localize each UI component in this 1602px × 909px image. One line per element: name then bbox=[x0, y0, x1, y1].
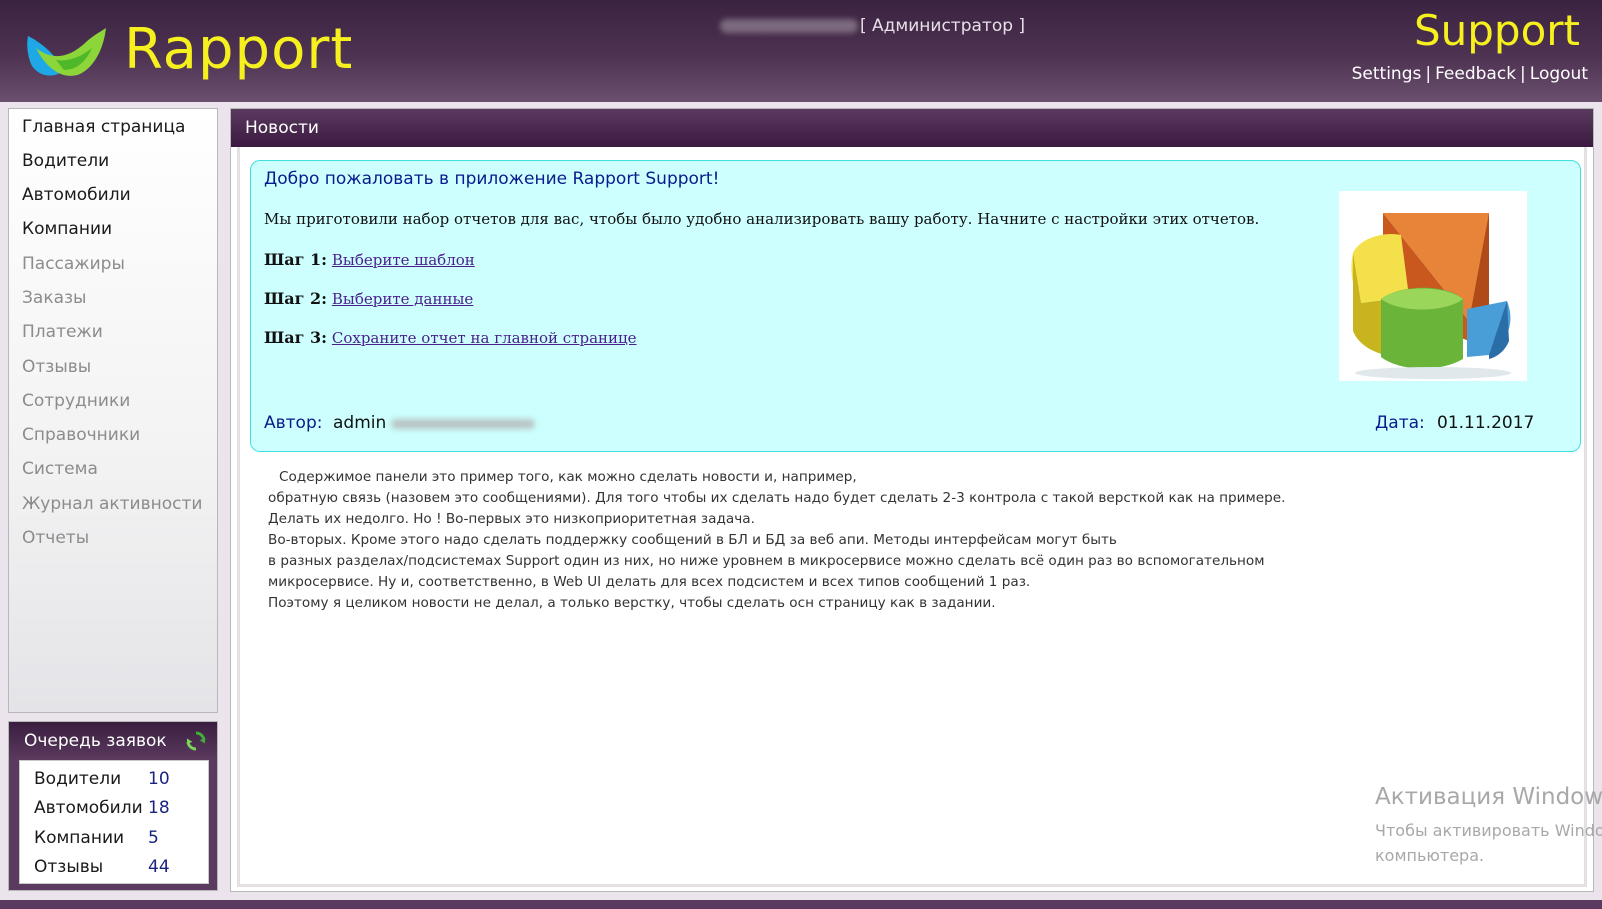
news-panel-header: Новости bbox=[231, 109, 1593, 147]
description-line: в разных разделах/подсистемах Support од… bbox=[268, 553, 1265, 569]
news-panel-title: Новости bbox=[245, 118, 319, 138]
sidebar-item-activity-log[interactable]: Журнал активности bbox=[22, 493, 202, 515]
windows-activation-line: Чтобы активировать Windows bbox=[1375, 821, 1602, 840]
brand-title: Support bbox=[1413, 6, 1580, 55]
settings-link[interactable]: Settings bbox=[1352, 64, 1422, 84]
news-card: Добро пожаловать в приложение Rapport Su… bbox=[250, 160, 1581, 452]
sidebar-item-passengers[interactable]: Пассажиры bbox=[22, 253, 125, 275]
save-report-link[interactable]: Сохраните отчет на главной странице bbox=[332, 329, 637, 347]
refresh-icon[interactable] bbox=[185, 730, 207, 752]
rapport-logo-icon bbox=[27, 28, 106, 76]
news-intro: Мы приготовили набор отчетов для вас, чт… bbox=[264, 210, 1260, 228]
sidebar-item-system[interactable]: Система bbox=[22, 458, 98, 480]
link-separator: | bbox=[1425, 64, 1432, 84]
current-user: [ Администратор ] bbox=[720, 16, 1025, 40]
queue-row-label: Компании bbox=[34, 828, 125, 848]
description-line: Во-вторых. Кроме этого надо сделать подд… bbox=[268, 532, 1117, 548]
app-header: Rapport [ Администратор ] Support Settin… bbox=[0, 0, 1602, 102]
sidebar-item-orders[interactable]: Заказы bbox=[22, 287, 86, 309]
user-role: [ Администратор ] bbox=[860, 16, 1026, 36]
description-line: Поэтому я целиком новости не делал, а то… bbox=[268, 595, 996, 611]
choose-template-link[interactable]: Выберите шаблон bbox=[332, 251, 475, 269]
link-separator: | bbox=[1520, 64, 1526, 84]
windows-activation-text: Чтобы активировать Windows компьютера. bbox=[1375, 818, 1602, 868]
sidebar-item-employees[interactable]: Сотрудники bbox=[22, 390, 130, 412]
step-label: Шаг 3: bbox=[264, 328, 328, 347]
sidebar-item-home[interactable]: Главная страница bbox=[22, 116, 185, 138]
step-label: Шаг 2: bbox=[264, 289, 328, 308]
queue-row-count: 10 bbox=[148, 769, 170, 789]
author-label: Автор: bbox=[264, 413, 323, 433]
news-title: Добро пожаловать в приложение Rapport Su… bbox=[264, 169, 720, 189]
queue-header: Очередь заявок bbox=[9, 722, 217, 760]
sidebar-item-drivers[interactable]: Водители bbox=[22, 150, 109, 172]
sidebar-item-payments[interactable]: Платежи bbox=[22, 321, 103, 343]
logout-link[interactable]: Logout bbox=[1530, 64, 1588, 84]
queue-row-count: 18 bbox=[148, 798, 170, 818]
step-label: Шаг 1: bbox=[264, 250, 328, 269]
panel-description: Содержимое панели это пример того, как м… bbox=[268, 467, 1285, 614]
queue-row-count: 44 bbox=[148, 857, 170, 877]
queue-row-label: Отзывы bbox=[34, 857, 104, 877]
queue-title: Очередь заявок bbox=[24, 731, 167, 751]
author-name: admin bbox=[333, 413, 387, 433]
queue-list: Водители 10 Автомобили 18 Компании 5 Отз… bbox=[19, 760, 209, 884]
pie-chart-icon bbox=[1339, 191, 1527, 381]
queue-row-label: Автомобили bbox=[34, 798, 143, 818]
queue-row-count: 5 bbox=[148, 828, 159, 848]
description-line: обратную связь (назовем это сообщениями)… bbox=[268, 490, 1286, 506]
date-label: Дата: bbox=[1375, 413, 1425, 433]
sidebar-item-reports[interactable]: Отчеты bbox=[22, 527, 89, 549]
windows-activation-line: компьютера. bbox=[1375, 846, 1485, 865]
sidebar-item-directories[interactable]: Справочники bbox=[22, 424, 140, 446]
username-redacted bbox=[720, 19, 858, 33]
queue-row-label: Водители bbox=[34, 769, 122, 789]
choose-data-link[interactable]: Выберите данные bbox=[332, 290, 473, 308]
request-queue-panel: Очередь заявок Водители 10 Автомобили 18… bbox=[8, 721, 218, 891]
bottom-bar bbox=[0, 900, 1602, 909]
step-1: Шаг 1: Выберите шаблон bbox=[264, 250, 475, 269]
step-2: Шаг 2: Выберите данные bbox=[264, 289, 473, 308]
sidebar-item-companies[interactable]: Компании bbox=[22, 218, 112, 240]
sidebar-nav: Главная страница Водители Автомобили Ком… bbox=[8, 108, 218, 713]
feedback-link[interactable]: Feedback bbox=[1435, 64, 1516, 84]
windows-activation-title: Активация Windows bbox=[1375, 784, 1602, 810]
sidebar-item-reviews[interactable]: Отзывы bbox=[22, 356, 91, 378]
description-line: микросервисе. Ну и, соответственно, в We… bbox=[268, 574, 1031, 590]
sidebar-item-cars[interactable]: Автомобили bbox=[22, 184, 131, 206]
date-value: 01.11.2017 bbox=[1437, 413, 1535, 433]
description-line: Делать их недолго. Но ! Во-первых это ни… bbox=[268, 511, 755, 527]
author-redacted bbox=[391, 419, 535, 429]
header-links: Settings | Feedback | Logout bbox=[1352, 64, 1588, 84]
logo-text: Rapport bbox=[124, 17, 354, 82]
step-3: Шаг 3: Сохраните отчет на главной страни… bbox=[264, 328, 637, 347]
description-line: Содержимое панели это пример того, как м… bbox=[279, 469, 857, 485]
